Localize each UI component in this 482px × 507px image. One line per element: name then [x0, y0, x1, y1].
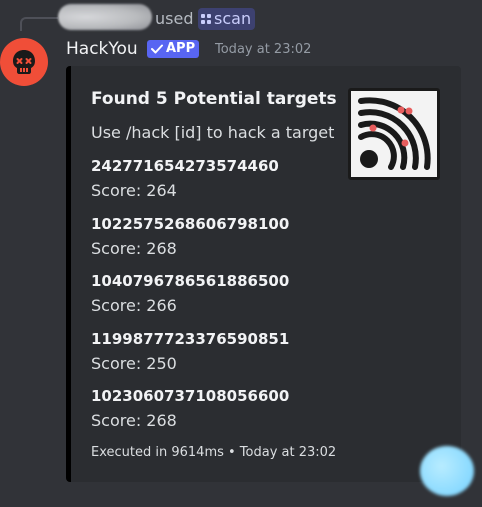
reply-spine [20, 17, 58, 31]
list-item: 1023060737108056600 Score: 268 [91, 386, 391, 444]
target-id: 1199877723376590851 [91, 329, 290, 348]
target-score: Score: 250 [91, 353, 177, 373]
avatar[interactable] [0, 38, 48, 86]
embed-title: Found 5 Potential targets [91, 89, 337, 109]
app-tag: APP [147, 40, 200, 58]
skull-icon [13, 50, 35, 74]
checkmark-icon [151, 44, 163, 54]
command-mention[interactable]: scan [198, 8, 256, 30]
embed-thumbnail[interactable] [348, 88, 440, 180]
used-label: used [155, 9, 194, 28]
list-item: 1022575268606798100 Score: 268 [91, 214, 391, 272]
redacted-avatar[interactable] [420, 446, 474, 496]
target-id: 242771654273574460 [91, 157, 279, 175]
list-item: 1040796786561886500 Score: 266 [91, 271, 391, 329]
target-id: 1022575268606798100 [91, 214, 290, 233]
list-item: 242771654273574460 Score: 264 [91, 156, 391, 214]
target-list: 242771654273574460 Score: 264 1022575268… [91, 156, 391, 444]
command-name: scan [214, 9, 252, 28]
message-area: used scan HackYou APP Today at 23:02 Fou… [0, 0, 482, 507]
radar-signal-icon [358, 97, 431, 170]
target-score: Score: 268 [91, 238, 177, 258]
redacted-username[interactable] [58, 4, 152, 30]
app-tag-label: APP [166, 41, 196, 56]
list-item: 1199877723376590851 Score: 250 [91, 329, 391, 387]
embed: Found 5 Potential targets Use /hack [id]… [66, 66, 461, 482]
embed-footer: Executed in 9614ms • Today at 23:02 [91, 445, 337, 460]
message-timestamp[interactable]: Today at 23:02 [215, 42, 311, 58]
target-id: 1023060737108056600 [91, 387, 290, 405]
target-id: 1040796786561886500 [91, 272, 290, 290]
target-score: Score: 264 [91, 181, 177, 200]
target-score: Score: 268 [91, 411, 177, 430]
slash-command-grid-icon [201, 14, 211, 24]
author-name[interactable]: HackYou [66, 38, 138, 60]
embed-description: Use /hack [id] to hack a target [91, 123, 335, 142]
target-score: Score: 266 [91, 296, 177, 315]
